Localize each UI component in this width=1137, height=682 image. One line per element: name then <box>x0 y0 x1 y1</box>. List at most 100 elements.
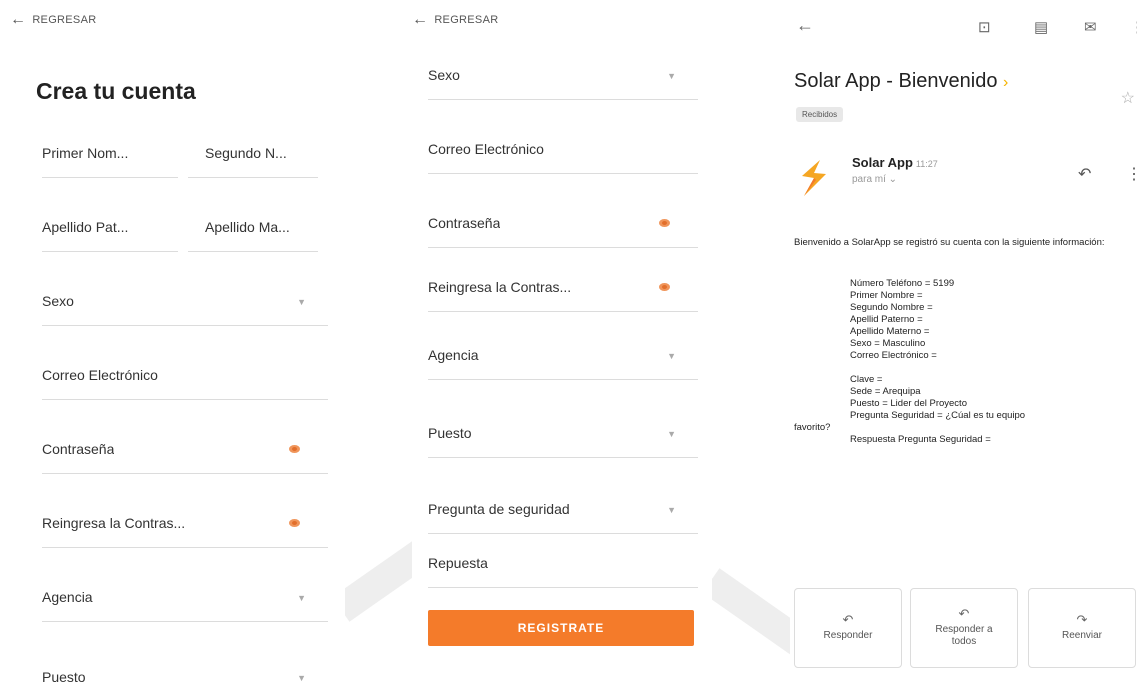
last-name-paternal-field[interactable]: Apellido Pat... <box>42 202 178 252</box>
eye-icon[interactable] <box>659 218 670 227</box>
agency-label: Agencia <box>42 588 93 605</box>
chevron-down-icon: ▼ <box>667 350 676 361</box>
info-line: favorito? <box>794 422 831 433</box>
info-line: Clave = <box>850 374 883 385</box>
info-line: Correo Electrónico = <box>850 350 937 361</box>
reply-icon[interactable]: ↶ <box>1078 164 1091 184</box>
forward-label: Reenviar <box>1061 630 1103 641</box>
info-line: Sexo = Masculino <box>850 338 926 349</box>
position-label: Puesto <box>428 424 472 441</box>
back-arrow-icon: ← <box>10 11 27 28</box>
sex-select[interactable]: Sexo ▼ <box>42 276 328 326</box>
more-icon[interactable]: ⋮ <box>1130 18 1137 36</box>
sender-line: Solar App 11:27 <box>852 155 938 170</box>
info-line: Primer Nombre = <box>850 290 923 301</box>
password-confirm-label: Reingresa la Contras... <box>42 514 186 531</box>
position-select[interactable]: Puesto ▼ <box>42 652 328 682</box>
chevron-down-icon: ▼ <box>667 70 676 81</box>
important-marker-icon: › <box>1003 74 1009 91</box>
email-field[interactable]: Correo Electrónico <box>428 124 698 174</box>
solar-app-logo <box>802 160 826 196</box>
mail-icon[interactable]: ✉ <box>1084 18 1097 36</box>
forward-icon: ↷ <box>1076 612 1088 627</box>
first-name-field[interactable]: Primer Nom... <box>42 128 178 178</box>
sex-label: Sexo <box>42 292 74 309</box>
eye-icon[interactable] <box>289 444 300 453</box>
reply-icon: ↶ <box>842 612 854 627</box>
second-name-field[interactable]: Segundo N... <box>188 128 318 178</box>
back-button[interactable]: ← REGRESAR <box>10 11 97 28</box>
sex-label: Sexo <box>428 66 460 83</box>
last-name-maternal-label: Apellido Ma... <box>205 218 290 235</box>
reply-button[interactable]: ↶ Responder <box>794 588 902 668</box>
security-question-select[interactable]: Pregunta de seguridad ▼ <box>428 484 698 534</box>
info-line: Segundo Nombre = <box>850 302 933 313</box>
email-toolbar: ← ⊡ ▤ ✉ ⋮ <box>790 15 1137 38</box>
signup-screen-scrolled: ← REGRESAR Sexo ▼ Correo Electrónico Con… <box>412 0 712 682</box>
email-actions: ↶ Responder ↶ Responder a todos ↷ Reenvi… <box>790 588 1137 668</box>
password-confirm-field[interactable]: Reingresa la Contras... <box>428 262 698 312</box>
signup-screen: ← REGRESAR Crea tu cuenta Primer Nom... … <box>0 0 345 682</box>
email-field[interactable]: Correo Electrónico <box>42 350 328 400</box>
second-name-label: Segundo N... <box>205 144 287 161</box>
delete-icon[interactable]: ▤ <box>1034 18 1048 36</box>
register-button[interactable]: REGISTRATE <box>428 610 694 646</box>
password-confirm-label: Reingresa la Contras... <box>428 278 572 295</box>
back-arrow-icon: ← <box>412 11 429 28</box>
label-badge[interactable]: Recibidos <box>796 107 844 122</box>
last-name-maternal-field[interactable]: Apellido Ma... <box>188 202 318 252</box>
reply-all-button[interactable]: ↶ Responder a todos <box>910 588 1018 668</box>
reply-label: Responder <box>823 630 873 641</box>
eye-icon[interactable] <box>659 282 670 291</box>
info-line: Número Teléfono = 5199 <box>850 278 955 289</box>
email-label: Correo Electrónico <box>42 366 158 383</box>
page-title: Crea tu cuenta <box>36 78 196 104</box>
reply-all-icon: ↶ <box>958 606 970 621</box>
info-line: Pregunta Seguridad = ¿Cúal es tu equipo <box>850 410 1026 421</box>
agency-label: Agencia <box>428 346 479 363</box>
back-label: REGRESAR <box>32 14 97 26</box>
sex-select[interactable]: Sexo ▼ <box>428 50 698 100</box>
email-screen: ← ⊡ ▤ ✉ ⋮ Solar App - Bienvenido › ☆ Rec… <box>790 0 1137 682</box>
info-line: Sede = Arequipa <box>850 386 921 397</box>
answer-field[interactable]: Repuesta <box>428 538 698 588</box>
reply-all-label: Responder a todos <box>935 624 993 647</box>
agency-select[interactable]: Agencia ▼ <box>42 572 328 622</box>
email-intro: Bienvenido a SolarApp se registró su cue… <box>794 237 1105 248</box>
chevron-down-icon: ▼ <box>297 672 306 682</box>
eye-icon[interactable] <box>289 518 300 527</box>
agency-select[interactable]: Agencia ▼ <box>428 330 698 380</box>
email-info-block: Número Teléfono = 5199 Primer Nombre = S… <box>794 278 1136 446</box>
info-line: Respuesta Pregunta Seguridad = <box>850 434 991 445</box>
info-line: Puesto = Lider del Proyecto <box>850 398 967 409</box>
forward-button[interactable]: ↷ Reenviar <box>1028 588 1136 668</box>
email-subject: Solar App - Bienvenido › <box>794 70 1008 93</box>
chevron-down-icon: ▼ <box>297 592 306 603</box>
star-icon[interactable]: ☆ <box>1121 88 1135 108</box>
info-line: Apellid Paterno = <box>850 314 923 325</box>
recipient-toggle[interactable]: para mí ⌄ <box>852 174 897 185</box>
chevron-down-icon: ▼ <box>667 428 676 439</box>
password-label: Contraseña <box>428 214 501 231</box>
chevron-down-icon: ▼ <box>297 296 306 307</box>
back-arrow-icon[interactable]: ← <box>796 15 814 36</box>
info-line: Apellido Materno = <box>850 326 930 337</box>
first-name-label: Primer Nom... <box>42 144 129 161</box>
password-field[interactable]: Contraseña <box>428 198 698 248</box>
security-question-label: Pregunta de seguridad <box>428 500 570 517</box>
email-subject-text: Solar App - Bienvenido <box>794 70 998 92</box>
sender-name: Solar App <box>852 155 913 170</box>
chevron-down-icon: ▼ <box>667 504 676 515</box>
answer-label: Repuesta <box>428 554 488 571</box>
password-label: Contraseña <box>42 440 115 457</box>
back-label: REGRESAR <box>434 14 499 26</box>
last-name-paternal-label: Apellido Pat... <box>42 218 129 235</box>
email-label: Correo Electrónico <box>428 140 544 157</box>
back-button[interactable]: ← REGRESAR <box>412 11 499 28</box>
archive-icon[interactable]: ⊡ <box>978 18 991 36</box>
email-time: 11:27 <box>915 159 938 169</box>
password-field[interactable]: Contraseña <box>42 424 328 474</box>
password-confirm-field[interactable]: Reingresa la Contras... <box>42 498 328 548</box>
position-select[interactable]: Puesto ▼ <box>428 408 698 458</box>
more-icon[interactable]: ⋮ <box>1126 164 1137 184</box>
